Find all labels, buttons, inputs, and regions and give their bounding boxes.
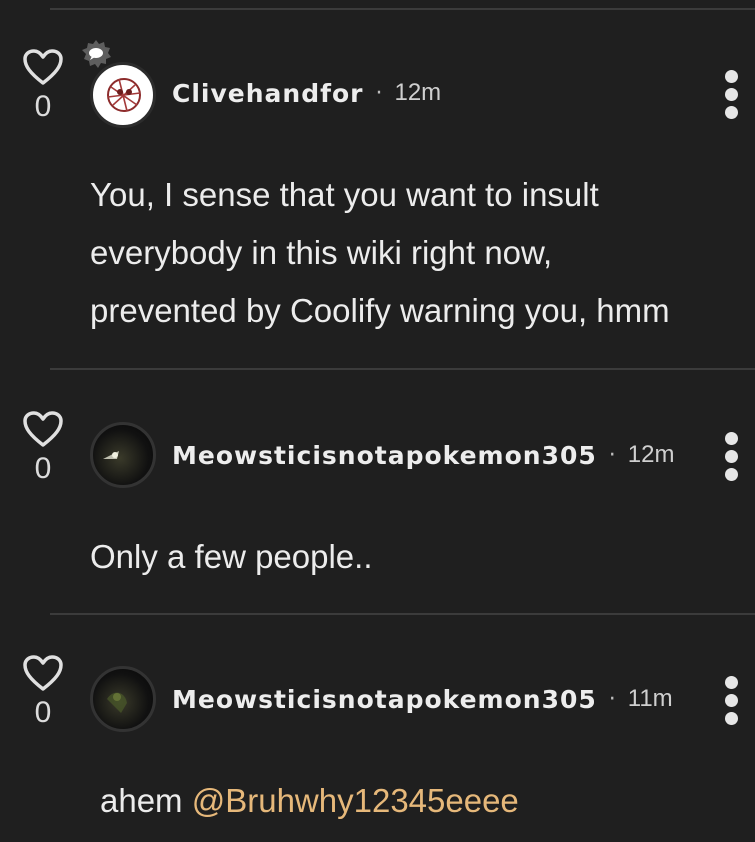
comment-header: Meowsticisnotapokemon305 · 11m <box>172 666 673 732</box>
top-divider <box>50 8 755 10</box>
timestamp: 12m <box>627 441 675 468</box>
username[interactable]: Clivehandfor <box>172 79 363 108</box>
comment: 0 Clivehandfor · 12m You, I sense that y… <box>0 40 755 348</box>
like-count: 0 <box>34 90 52 123</box>
user-avatar[interactable] <box>90 62 156 128</box>
comment-text: Only a few people.. <box>90 538 373 575</box>
like-count: 0 <box>34 452 52 485</box>
character-drawing-icon <box>107 78 141 112</box>
heart-icon[interactable] <box>22 48 64 86</box>
comment: 0 Meowsticisnotapokemon305 · 12m Only a … <box>0 410 755 610</box>
more-options-icon[interactable] <box>721 70 741 124</box>
comment-header: Meowsticisnotapokemon305 · 12m <box>172 422 674 488</box>
separator-dot: · <box>608 442 616 468</box>
comment-body: ahem @Bruhwhy12345eeee <box>100 772 519 830</box>
comment-divider <box>50 368 755 370</box>
username[interactable]: Meowsticisnotapokemon305 <box>172 685 597 714</box>
separator-dot: · <box>608 686 616 712</box>
like-control[interactable]: 0 <box>20 410 66 484</box>
comment-body: Only a few people.. <box>90 528 373 586</box>
comment-header: Clivehandfor · 12m <box>172 60 441 126</box>
user-avatar[interactable] <box>90 422 156 488</box>
username[interactable]: Meowsticisnotapokemon305 <box>172 441 597 470</box>
separator-dot: · <box>375 80 383 106</box>
comment-text: ahem <box>100 782 192 819</box>
timestamp: 12m <box>394 79 442 106</box>
comment-line: everybody in this wiki right now, <box>90 234 553 271</box>
heart-icon[interactable] <box>22 654 64 692</box>
comment: 0 Meowsticisnotapokemon305 · 11m ahem @B… <box>0 654 755 842</box>
comment-line: prevented by Coolify warning you, hmm <box>90 292 670 329</box>
like-count: 0 <box>34 696 52 729</box>
discussion-badge-icon <box>82 40 111 68</box>
more-options-icon[interactable] <box>721 432 741 486</box>
dark-photo-icon <box>103 451 119 459</box>
heart-icon[interactable] <box>22 410 64 448</box>
user-avatar[interactable] <box>90 666 156 732</box>
user-mention-link[interactable]: @Bruhwhy12345eeee <box>192 782 519 819</box>
like-control[interactable]: 0 <box>20 654 66 728</box>
comment-divider <box>50 613 755 615</box>
comment-line: You, I sense that you want to insult <box>90 176 599 213</box>
timestamp: 11m <box>627 685 673 712</box>
comment-body: You, I sense that you want to insult eve… <box>90 166 670 340</box>
dark-photo-icon <box>107 692 127 713</box>
like-control[interactable]: 0 <box>20 48 66 122</box>
more-options-icon[interactable] <box>721 676 741 730</box>
